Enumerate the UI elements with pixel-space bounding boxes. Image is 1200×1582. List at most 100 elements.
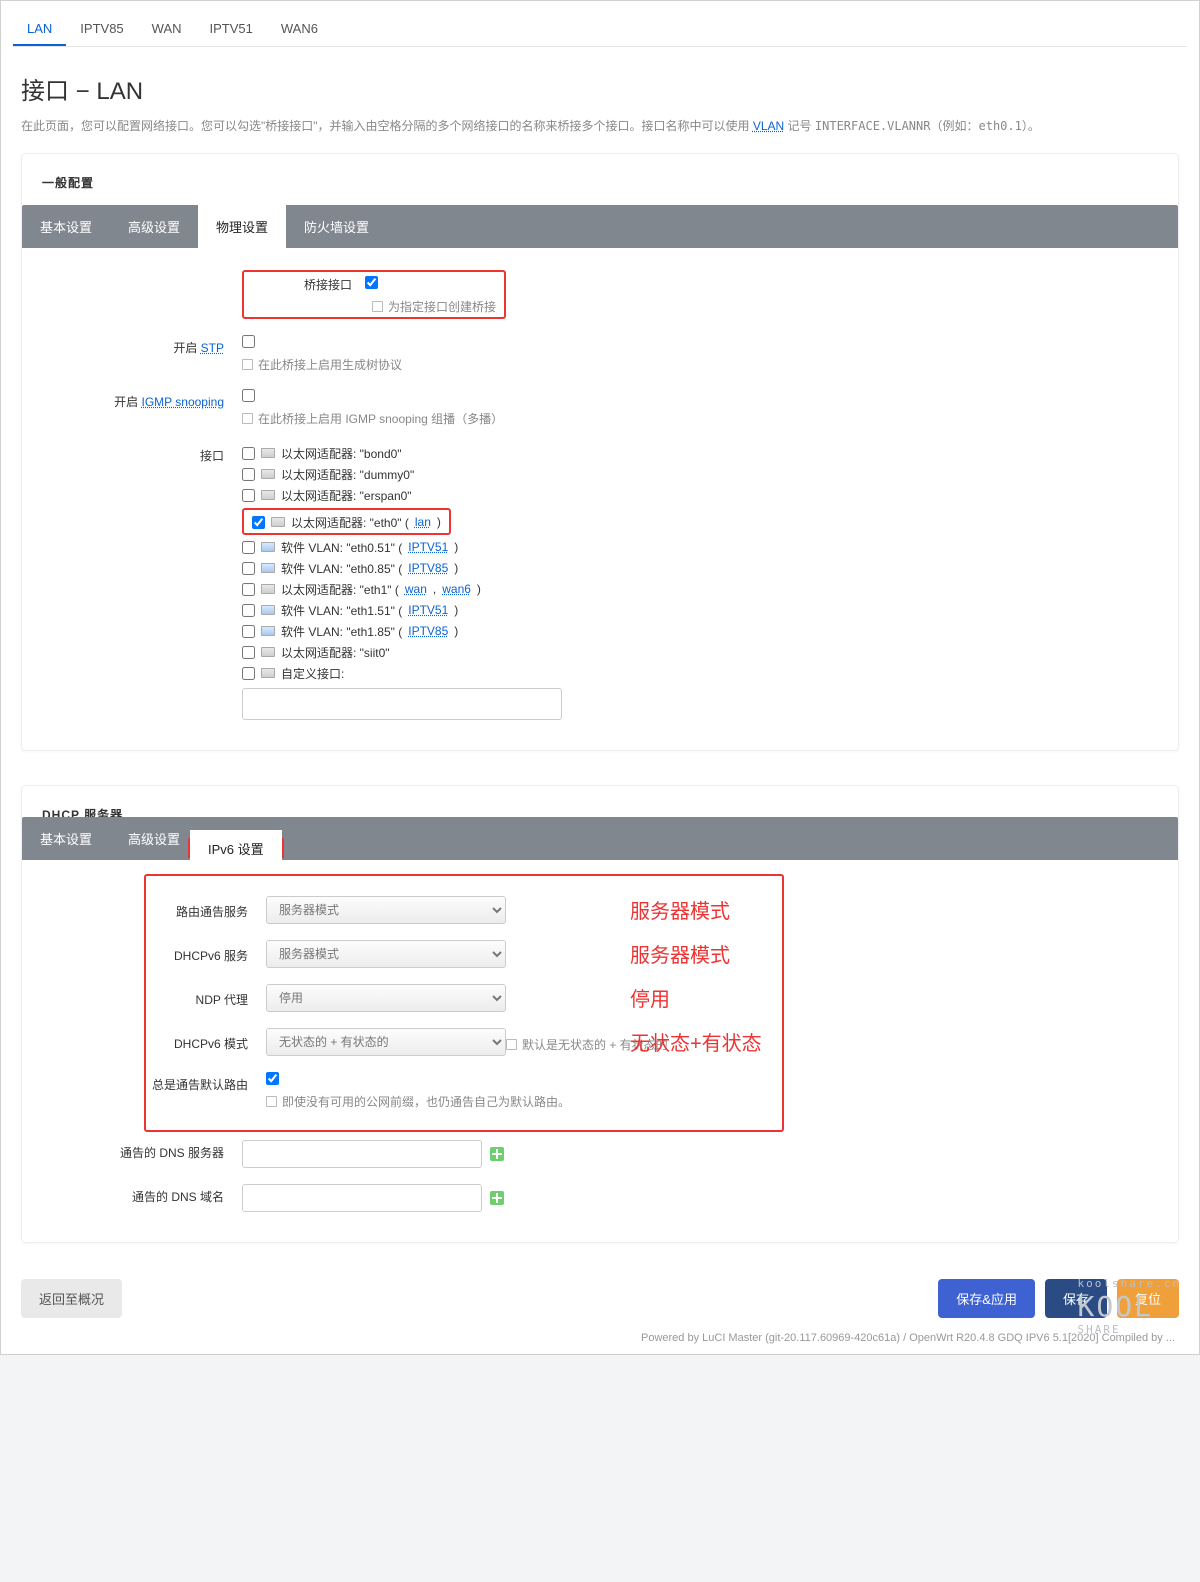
- interface-link[interactable]: wan: [405, 582, 427, 596]
- ra-select[interactable]: 服务器模式: [266, 896, 506, 924]
- interface-checkbox[interactable]: [242, 646, 255, 659]
- interface-checkbox[interactable]: [242, 468, 255, 481]
- interface-row: 以太网适配器: "eth0" (lan): [242, 506, 1164, 537]
- page-title: 接口 − LAN: [21, 71, 1179, 106]
- interface-checkbox[interactable]: [242, 625, 255, 638]
- ra-label: 路由通告服务: [150, 899, 260, 920]
- annotation: 服务器模式: [630, 939, 730, 968]
- interface-text: 以太网适配器: "dummy0": [281, 466, 414, 483]
- subtab-basic[interactable]: 基本设置: [22, 205, 110, 248]
- stp-hint: 在此桥接上启用生成树协议: [258, 356, 402, 373]
- custom-interface-row: 自定义接口:: [242, 663, 1164, 684]
- footer-text: Powered by LuCI Master (git-20.117.60969…: [13, 1332, 1175, 1344]
- interface-checkbox[interactable]: [242, 447, 255, 460]
- annotation: 服务器模式: [630, 895, 730, 924]
- stp-checkbox[interactable]: [242, 335, 255, 348]
- interface-text: 软件 VLAN: "eth1.51" (: [281, 602, 402, 619]
- interface-link[interactable]: IPTV51: [408, 603, 448, 617]
- interface-row: 以太网适配器: "bond0": [242, 443, 1164, 464]
- hint-icon: [242, 413, 253, 424]
- mode-hint: 默认是无状态的 + 有状态的: [522, 1036, 668, 1053]
- bridge-checkbox[interactable]: [365, 276, 378, 289]
- ethernet-adapter-icon: [261, 647, 275, 657]
- hint-icon: [266, 1096, 277, 1107]
- dhcpv6-mode-label: DHCPv6 模式: [150, 1031, 260, 1052]
- igmp-link[interactable]: IGMP snooping: [142, 395, 225, 409]
- interface-checkbox[interactable]: [242, 583, 255, 596]
- general-config-title: 一般配置: [36, 168, 1164, 205]
- interface-text: 软件 VLAN: "eth1.85" (: [281, 623, 402, 640]
- interface-checkbox[interactable]: [242, 604, 255, 617]
- subtab-advanced[interactable]: 高级设置: [110, 205, 198, 248]
- interface-row: 以太网适配器: "siit0": [242, 642, 1164, 663]
- interface-text: 以太网适配器: "eth1" (: [281, 581, 399, 598]
- bridge-hint: 为指定接口创建桥接: [388, 298, 496, 315]
- custom-interface-label: 自定义接口:: [281, 665, 344, 682]
- dns-domain-input[interactable]: [242, 1184, 482, 1212]
- ethernet-adapter-icon: [261, 490, 275, 500]
- interface-checkbox[interactable]: [242, 562, 255, 575]
- subtab-ipv6[interactable]: IPv6 设置: [190, 830, 282, 869]
- subtab-physical[interactable]: 物理设置: [198, 205, 286, 248]
- ethernet-adapter-icon: [271, 517, 285, 527]
- tab-iptv85[interactable]: IPTV85: [66, 13, 137, 46]
- subtab-dhcp-basic[interactable]: 基本设置: [22, 817, 110, 860]
- interface-checkbox[interactable]: [242, 541, 255, 554]
- interface-text: 以太网适配器: "siit0": [281, 644, 390, 661]
- interface-row: 软件 VLAN: "eth1.51" (IPTV51): [242, 600, 1164, 621]
- interface-link[interactable]: IPTV51: [408, 540, 448, 554]
- interface-link[interactable]: IPTV85: [408, 624, 448, 638]
- dns-servers-label: 通告的 DNS 服务器: [36, 1140, 236, 1161]
- vlan-adapter-icon: [261, 605, 275, 615]
- subtab-dhcp-adv[interactable]: 高级设置: [110, 817, 198, 860]
- dhcpv6-serv-select[interactable]: 服务器模式: [266, 940, 506, 968]
- igmp-checkbox[interactable]: [242, 389, 255, 402]
- vlan-adapter-icon: [261, 626, 275, 636]
- hint-icon: [372, 301, 383, 312]
- dns-server-input[interactable]: [242, 1140, 482, 1168]
- dhcpv6-mode-select[interactable]: 无状态的 + 有状态的: [266, 1028, 506, 1056]
- stp-label: 开启 STP: [36, 335, 236, 356]
- custom-interface-input[interactable]: [242, 688, 562, 720]
- bridge-label: 桥接接口: [252, 276, 362, 293]
- interface-link[interactable]: wan6: [442, 582, 471, 596]
- add-icon[interactable]: [490, 1191, 504, 1205]
- interface-link[interactable]: lan: [415, 515, 431, 529]
- igmp-label: 开启 IGMP snooping: [36, 389, 236, 410]
- ndp-label: NDP 代理: [150, 987, 260, 1008]
- interface-text: 以太网适配器: "erspan0": [281, 487, 412, 504]
- vlan-adapter-icon: [261, 542, 275, 552]
- tab-wan6[interactable]: WAN6: [267, 13, 332, 46]
- igmp-hint: 在此桥接上启用 IGMP snooping 组播（多播）: [258, 410, 503, 427]
- interface-text: 以太网适配器: "eth0" (: [291, 514, 409, 531]
- tab-iptv51[interactable]: IPTV51: [196, 13, 267, 46]
- interface-text: 软件 VLAN: "eth0.51" (: [281, 539, 402, 556]
- ndp-select[interactable]: 停用: [266, 984, 506, 1012]
- interface-row: 软件 VLAN: "eth0.51" (IPTV51): [242, 537, 1164, 558]
- add-icon[interactable]: [490, 1147, 504, 1161]
- ethernet-adapter-icon: [261, 668, 275, 678]
- hint-icon: [242, 359, 253, 370]
- default-route-checkbox[interactable]: [266, 1072, 279, 1085]
- save-apply-button[interactable]: 保存&应用: [938, 1279, 1035, 1318]
- vlan-adapter-icon: [261, 563, 275, 573]
- ethernet-adapter-icon: [261, 448, 275, 458]
- interface-row: 以太网适配器: "dummy0": [242, 464, 1164, 485]
- subtab-firewall[interactable]: 防火墙设置: [286, 205, 387, 248]
- default-route-label: 总是通告默认路由: [150, 1072, 260, 1093]
- tab-wan[interactable]: WAN: [138, 13, 196, 46]
- interface-link[interactable]: IPTV85: [408, 561, 448, 575]
- interface-checkbox[interactable]: [252, 516, 265, 529]
- ethernet-adapter-icon: [261, 469, 275, 479]
- stp-link[interactable]: STP: [201, 341, 224, 355]
- back-button[interactable]: 返回至概况: [21, 1279, 122, 1318]
- dhcp-server-panel: DHCP 服务器 IPv6 设置 基本设置 高级设置 IPv6 设置 路由通告服…: [21, 785, 1179, 1243]
- default-route-hint: 即使没有可用的公网前缀，也仍通告自己为默认路由。: [282, 1093, 570, 1110]
- tab-lan[interactable]: LAN: [13, 13, 66, 46]
- interface-checkbox[interactable]: [242, 489, 255, 502]
- interface-row: 以太网适配器: "erspan0": [242, 485, 1164, 506]
- vlan-help-link[interactable]: VLAN: [753, 119, 784, 133]
- watermark: koolshare.cn KOOL SHARE: [1078, 1277, 1181, 1336]
- custom-interface-checkbox[interactable]: [242, 667, 255, 680]
- hint-icon: [506, 1039, 517, 1050]
